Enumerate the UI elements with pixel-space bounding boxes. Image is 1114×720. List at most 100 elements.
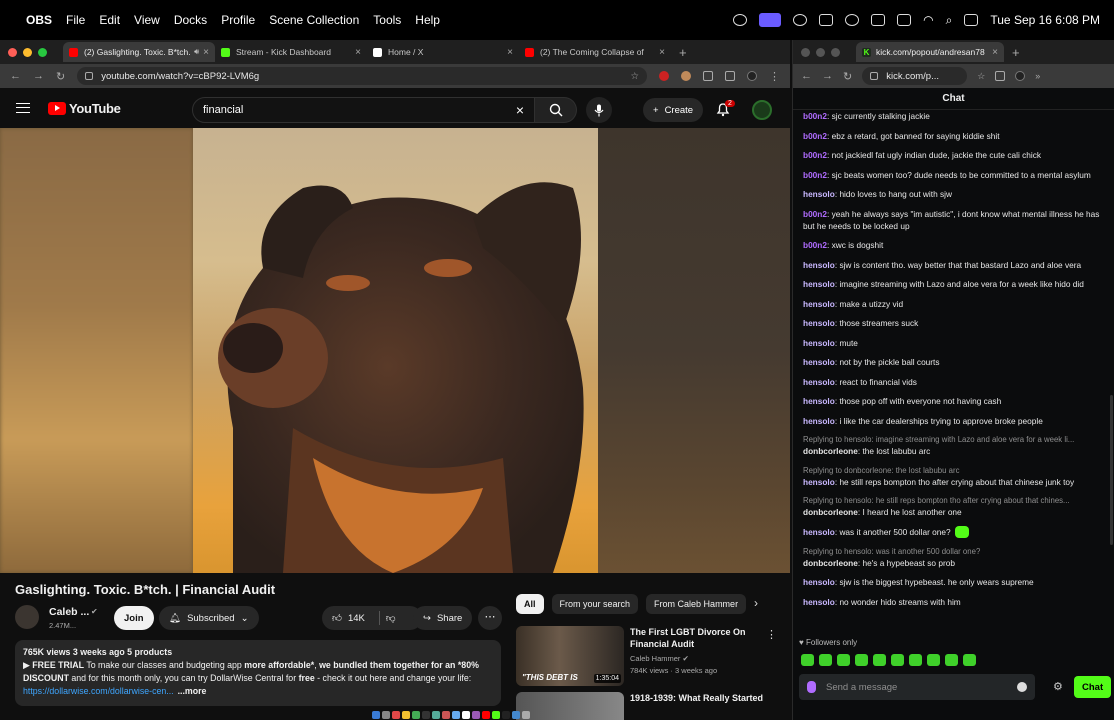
profile-avatar-icon[interactable] [747,71,757,81]
menu-scene-collection[interactable]: Scene Collection [269,13,359,27]
menu-view[interactable]: View [134,13,160,27]
recommendation-channel[interactable]: Caleb Hammer ✔ [630,654,689,663]
emoji-picker-icon[interactable] [1017,682,1027,692]
dock-app-icon[interactable] [382,711,390,719]
speaker-icon[interactable]: 🔊︎ [194,47,199,57]
dock-app-icon[interactable] [392,711,400,719]
close-tab-icon[interactable]: × [659,47,665,58]
hamburger-menu-icon[interactable] [16,103,30,113]
url-input[interactable]: kick.com/p... [862,67,968,85]
more-actions-button[interactable]: ⋯ [478,606,502,630]
chat-username[interactable]: hensolo [803,189,835,199]
reload-icon[interactable]: ↻ [843,70,852,83]
chat-message[interactable]: hensolo: sjw is the biggest hypebeast. h… [803,576,1105,588]
chat-message[interactable]: donbcorleone: I heard he lost another on… [803,506,1105,518]
screen-share-icon[interactable] [759,13,782,27]
chat-username[interactable]: donbcorleone [803,558,858,568]
recommendation-title[interactable]: The First LGBT Divorce On Financial Audi… [630,626,770,650]
maximize-window-button[interactable] [831,47,840,57]
battery-icon[interactable] [897,14,912,26]
forward-icon[interactable]: → [822,70,833,82]
chat-username[interactable]: b00n2 [803,111,827,121]
chat-username[interactable]: b00n2 [803,150,827,160]
search-icon[interactable]: ⌕ [946,13,953,28]
chat-message[interactable]: hensolo: he still reps bompton tho after… [803,476,1105,488]
video-player[interactable] [0,128,790,573]
dock-app-icon[interactable] [432,711,440,719]
chat-message[interactable]: b00n2: sjc currently stalking jackie [803,110,1105,122]
chat-message[interactable]: hensolo: react to financial vids [803,376,1105,388]
chat-username[interactable]: b00n2 [803,240,827,250]
profile-avatar-icon[interactable] [1015,71,1026,81]
chat-reply-context[interactable]: Replying to hensolo: was it another 500 … [803,546,1105,557]
chat-message[interactable]: hensolo: no wonder hido streams with him [803,596,1105,608]
emote-icon[interactable] [855,654,868,666]
emote-icon[interactable] [801,654,814,666]
chat-username[interactable]: hensolo [803,577,835,587]
wifi-icon[interactable]: ◠ [923,13,933,27]
chat-username[interactable]: b00n2 [803,131,827,141]
chat-username[interactable]: hensolo [803,338,835,348]
close-window-button[interactable] [8,47,17,57]
chat-message-list[interactable]: b00n2: sjc currently stalking jackie b00n… [793,110,1114,672]
send-chat-button[interactable]: Chat [1074,676,1112,698]
chat-message[interactable]: hensolo: was it another 500 dollar one? [803,526,1105,539]
emote-icon[interactable] [837,654,850,666]
emote-icon[interactable] [873,654,886,666]
chat-username[interactable]: hensolo [803,477,835,487]
side-panel-icon[interactable] [725,71,735,81]
chat-reply-context[interactable]: Replying to hensolo: imagine streaming w… [803,434,1105,445]
clock[interactable]: Tue Sep 16 6:08 PM [990,13,1100,27]
tab-kick-dashboard[interactable]: Stream - Kick Dashboard × [215,42,367,62]
new-tab-button[interactable]: + [1012,45,1020,60]
subscribed-button[interactable]: 🔔︎ Subscribed ⌄ [159,606,259,630]
clear-search-icon[interactable]: × [516,102,524,118]
recommendation-thumbnail[interactable]: "THIS DEBT IS 1:35:04 [516,626,624,686]
url-input[interactable]: youtube.com/watch?v=cBP92-LVM6g ☆ [77,67,647,85]
keyboard-input-icon[interactable] [871,14,886,26]
minimize-window-button[interactable] [816,47,825,57]
share-button[interactable]: ↪ Share [413,606,473,630]
dock-app-icon[interactable] [442,711,450,719]
chat-message[interactable]: donbcorleone: he's a hypebeast so prob [803,557,1105,569]
account-avatar[interactable] [752,100,772,120]
chip-from-caleb-hammer[interactable]: From Caleb Hammer [646,594,747,614]
chat-username[interactable]: hensolo [803,260,835,270]
channel-name[interactable]: Caleb ... [49,606,89,618]
chat-username[interactable]: hensolo [803,597,835,607]
chat-message[interactable]: b00n2: yeah he always says "im autistic"… [803,208,1105,232]
chat-reply-context[interactable]: Replying to donbcorleone: the lost labub… [803,465,1105,476]
chip-from-your-search[interactable]: From your search [551,594,639,614]
chat-username[interactable]: b00n2 [803,170,827,180]
chat-username[interactable]: hensolo [803,357,835,367]
bookmark-star-icon[interactable]: ☆ [977,71,985,82]
chat-message[interactable]: hensolo: mute [803,337,1105,349]
dock-app-icon[interactable] [412,711,420,719]
tab-youtube-video[interactable]: (2) Gaslighting. Toxic. B*tch. 🔊︎ × [63,42,215,62]
forward-icon[interactable]: → [33,70,44,82]
tab-youtube-collapse[interactable]: (2) The Coming Collapse of × [519,42,671,62]
emote-icon[interactable] [891,654,904,666]
menu-file[interactable]: File [66,13,85,27]
extensions-icon[interactable] [995,71,1006,81]
dock-app-icon[interactable] [452,711,460,719]
close-window-button[interactable] [801,47,810,57]
play-icon[interactable] [845,14,860,26]
chat-message[interactable]: b00n2: not jackiedl fat ugly indian dude… [803,149,1105,161]
dock-app-icon[interactable] [472,711,480,719]
close-tab-icon[interactable]: × [203,47,209,58]
thumbs-up-icon[interactable]: 👍︎ [332,612,342,624]
car-icon[interactable] [819,14,834,26]
recommendation-title[interactable]: 1918-1939: What Really Started [630,692,770,704]
menu-help[interactable]: Help [415,13,440,27]
voice-search-button[interactable] [586,97,612,123]
chat-message[interactable]: donbcorleone: the lost labubu arc [803,445,1105,457]
chat-message[interactable]: hensolo: not by the pickle ball courts [803,356,1105,368]
new-tab-button[interactable]: + [679,45,687,60]
extension-red-icon[interactable] [659,71,669,81]
emote-icon[interactable] [927,654,940,666]
menu-tools[interactable]: Tools [373,13,401,27]
menu-edit[interactable]: Edit [99,13,120,27]
chat-username[interactable]: hensolo [803,396,835,406]
dock-app-icon[interactable] [402,711,410,719]
